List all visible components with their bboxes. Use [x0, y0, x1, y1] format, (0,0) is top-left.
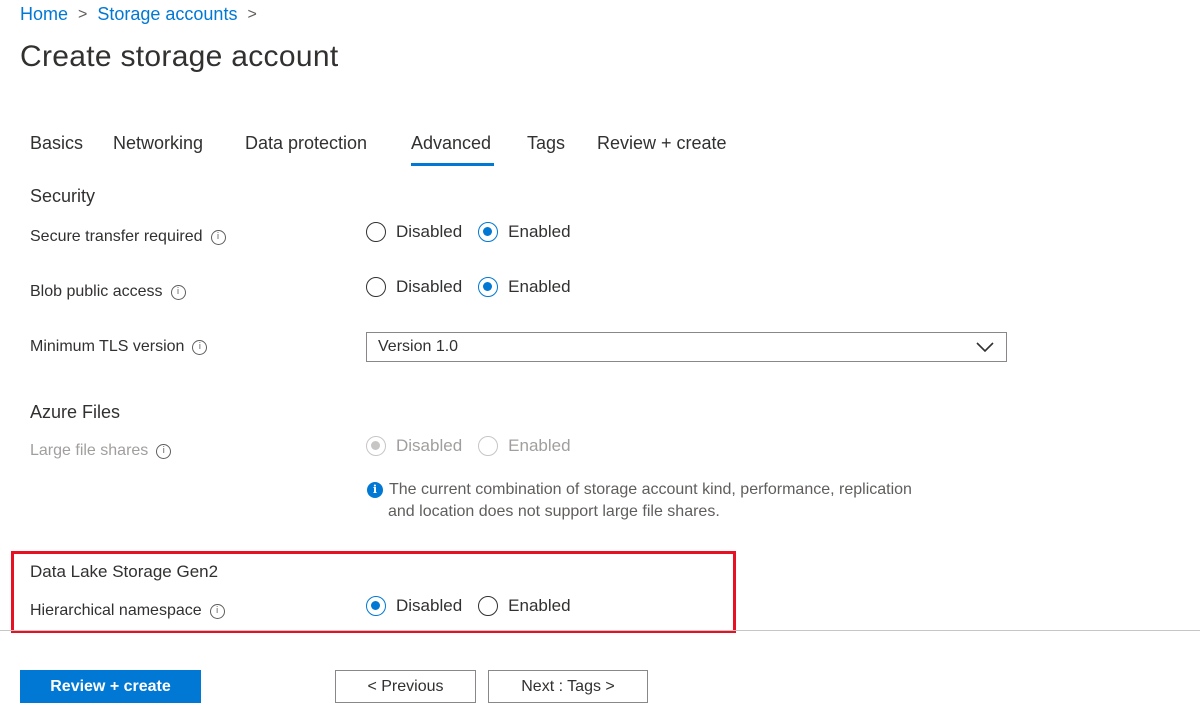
secure-transfer-disabled-option[interactable]: Disabled: [366, 222, 462, 242]
info-icon[interactable]: i: [210, 229, 226, 245]
blob-public-access-label: Blob public access i: [30, 283, 186, 301]
chevron-down-icon: [976, 342, 994, 353]
breadcrumb-separator: >: [247, 5, 257, 23]
radio-label: Enabled: [508, 277, 571, 296]
radio-label: Disabled: [396, 436, 463, 455]
section-heading-azure-files: Azure Files: [30, 402, 121, 422]
footer-divider: [0, 630, 1200, 631]
info-filled-icon: i: [367, 482, 383, 498]
radio-button[interactable]: [366, 222, 386, 242]
large-file-shares-disabled-option: Disabled: [366, 436, 462, 456]
large-file-shares-label: Large file shares i: [30, 442, 172, 460]
hierarchical-namespace-enabled-option[interactable]: Enabled: [478, 596, 571, 616]
breadcrumb-home[interactable]: Home: [20, 4, 68, 25]
radio-label: Disabled: [396, 277, 463, 296]
radio-button-selected[interactable]: [478, 277, 499, 297]
minimum-tls-label-text: Minimum TLS version: [30, 338, 185, 355]
tab-basics[interactable]: Basics: [30, 133, 83, 154]
tab-active-indicator: [411, 163, 494, 166]
radio-button-selected[interactable]: [366, 596, 386, 616]
secure-transfer-enabled-option[interactable]: Enabled: [478, 222, 571, 242]
next-tags-button[interactable]: Next : Tags >: [488, 670, 648, 703]
breadcrumb-separator: >: [78, 5, 88, 23]
radio-button[interactable]: [478, 596, 499, 616]
hierarchical-namespace-disabled-option[interactable]: Disabled: [366, 596, 462, 616]
radio-button-selected[interactable]: [478, 222, 499, 242]
tab-networking[interactable]: Networking: [113, 133, 203, 154]
radio-label: Enabled: [508, 436, 571, 455]
hierarchical-namespace-radio-group: Disabled Enabled: [366, 596, 571, 616]
tab-data-protection[interactable]: Data protection: [245, 133, 367, 154]
large-file-shares-radio-group: Disabled Enabled: [366, 436, 571, 456]
note-line-1: The current combination of storage accou…: [389, 481, 912, 498]
secure-transfer-label-text: Secure transfer required: [30, 228, 203, 245]
blob-public-access-enabled-option[interactable]: Enabled: [478, 277, 571, 297]
tab-tags[interactable]: Tags: [527, 133, 565, 154]
secure-transfer-radio-group: Disabled Enabled: [366, 222, 571, 242]
minimum-tls-dropdown[interactable]: Version 1.0: [366, 332, 1007, 362]
blob-public-access-disabled-option[interactable]: Disabled: [366, 277, 462, 297]
radio-button[interactable]: [366, 277, 386, 297]
hierarchical-namespace-label-text: Hierarchical namespace: [30, 602, 202, 619]
minimum-tls-value: Version 1.0: [378, 338, 459, 355]
radio-button-selected: [366, 436, 386, 456]
tab-advanced[interactable]: Advanced: [411, 133, 491, 154]
info-icon[interactable]: i: [156, 443, 172, 459]
section-heading-data-lake: Data Lake Storage Gen2: [30, 562, 219, 581]
info-icon[interactable]: i: [209, 603, 225, 619]
radio-label: Enabled: [508, 222, 571, 241]
section-heading-security: Security: [30, 186, 96, 206]
tab-review-create[interactable]: Review + create: [597, 133, 727, 154]
page-title: Create storage account: [20, 40, 339, 73]
large-file-shares-enabled-option: Enabled: [478, 436, 571, 456]
radio-button: [478, 436, 499, 456]
secure-transfer-label: Secure transfer required i: [30, 228, 226, 246]
blob-public-access-label-text: Blob public access: [30, 283, 163, 300]
previous-button[interactable]: < Previous: [335, 670, 476, 703]
note-line-2: and location does not support large file…: [388, 503, 720, 520]
info-icon[interactable]: i: [192, 339, 208, 355]
blob-public-access-radio-group: Disabled Enabled: [366, 277, 571, 297]
minimum-tls-label: Minimum TLS version i: [30, 338, 208, 356]
breadcrumb: Home > Storage accounts >: [20, 4, 257, 25]
review-create-button[interactable]: Review + create: [20, 670, 201, 703]
large-file-shares-label-text: Large file shares: [30, 442, 149, 459]
radio-label: Disabled: [396, 596, 463, 615]
info-icon[interactable]: i: [170, 284, 186, 300]
radio-label: Disabled: [396, 222, 463, 241]
large-file-shares-note: i The current combination of storage acc…: [367, 479, 912, 523]
hierarchical-namespace-label: Hierarchical namespace i: [30, 602, 225, 620]
radio-label: Enabled: [508, 596, 571, 615]
breadcrumb-storage-accounts[interactable]: Storage accounts: [97, 4, 237, 25]
